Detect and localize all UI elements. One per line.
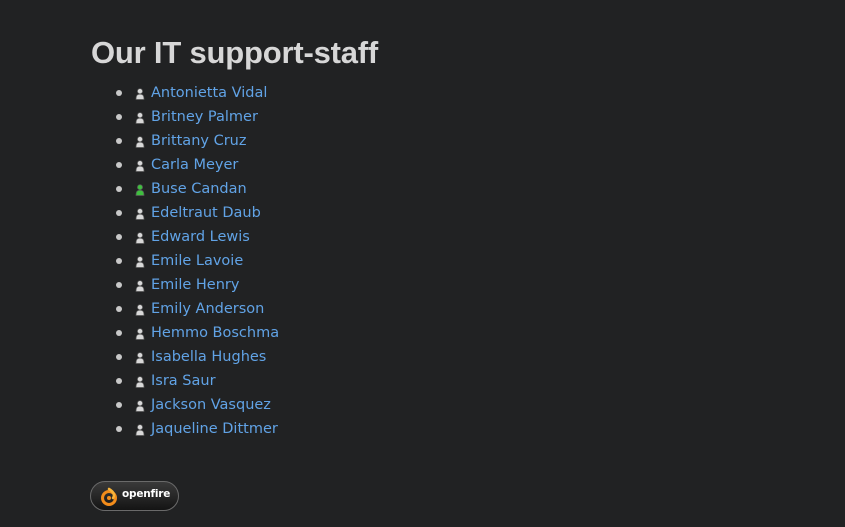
staff-link[interactable]: Edeltraut Daub xyxy=(151,205,261,221)
staff-link[interactable]: Edward Lewis xyxy=(151,229,250,245)
list-item: Carla Meyer xyxy=(116,153,279,177)
presence-offline-icon xyxy=(135,424,145,436)
page-title: Our IT support-staff xyxy=(91,35,379,70)
staff-link[interactable]: Emile Lavoie xyxy=(151,253,243,269)
staff-link[interactable]: Britney Palmer xyxy=(151,109,258,125)
presence-offline-icon xyxy=(135,232,145,244)
staff-link[interactable]: Jaqueline Dittmer xyxy=(151,421,278,437)
staff-link[interactable]: Hemmo Boschma xyxy=(151,325,279,341)
staff-link[interactable]: Buse Candan xyxy=(151,181,247,197)
page: Our IT support-staff Antonietta Vidal Bri… xyxy=(0,0,845,527)
staff-link[interactable]: Isabella Hughes xyxy=(151,349,266,365)
bullet-icon xyxy=(116,354,122,360)
presence-offline-icon xyxy=(135,136,145,148)
presence-offline-icon xyxy=(135,256,145,268)
bullet-icon xyxy=(116,162,122,168)
presence-offline-icon xyxy=(135,280,145,292)
staff-link[interactable]: Isra Saur xyxy=(151,373,216,389)
list-item: Britney Palmer xyxy=(116,105,279,129)
list-item: Isra Saur xyxy=(116,369,279,393)
bullet-icon xyxy=(116,90,122,96)
bullet-icon xyxy=(116,186,122,192)
presence-offline-icon xyxy=(135,88,145,100)
presence-offline-icon xyxy=(135,376,145,388)
staff-link[interactable]: Jackson Vasquez xyxy=(151,397,271,413)
list-item: Buse Candan xyxy=(116,177,279,201)
bullet-icon xyxy=(116,138,122,144)
bullet-icon xyxy=(116,258,122,264)
bullet-icon xyxy=(116,234,122,240)
presence-offline-icon xyxy=(135,400,145,412)
presence-offline-icon xyxy=(135,304,145,316)
staff-list: Antonietta Vidal Britney Palmer Brittany C… xyxy=(91,81,279,441)
staff-link[interactable]: Emily Anderson xyxy=(151,301,264,317)
list-item: Isabella Hughes xyxy=(116,345,279,369)
bullet-icon xyxy=(116,426,122,432)
list-item: Edeltraut Daub xyxy=(116,201,279,225)
list-item: Jaqueline Dittmer xyxy=(116,417,279,441)
list-item: Brittany Cruz xyxy=(116,129,279,153)
staff-link[interactable]: Antonietta Vidal xyxy=(151,85,267,101)
bullet-icon xyxy=(116,114,122,120)
list-item: Jackson Vasquez xyxy=(116,393,279,417)
bullet-icon xyxy=(116,282,122,288)
bullet-icon xyxy=(116,378,122,384)
staff-link[interactable]: Carla Meyer xyxy=(151,157,238,173)
presence-offline-icon xyxy=(135,160,145,172)
list-item: Antonietta Vidal xyxy=(116,81,279,105)
bullet-icon xyxy=(116,330,122,336)
presence-offline-icon xyxy=(135,208,145,220)
openfire-badge[interactable]: openfire xyxy=(90,481,179,511)
list-item: Emile Lavoie xyxy=(116,249,279,273)
staff-link[interactable]: Brittany Cruz xyxy=(151,133,246,149)
presence-offline-icon xyxy=(135,328,145,340)
bullet-icon xyxy=(116,306,122,312)
presence-offline-icon xyxy=(135,352,145,364)
presence-online-icon xyxy=(135,184,145,196)
badge-text: openfire xyxy=(122,488,171,500)
openfire-flame-icon xyxy=(101,487,117,506)
list-item: Hemmo Boschma xyxy=(116,321,279,345)
presence-offline-icon xyxy=(135,112,145,124)
staff-link[interactable]: Emile Henry xyxy=(151,277,239,293)
list-item: Emile Henry xyxy=(116,273,279,297)
list-item: Emily Anderson xyxy=(116,297,279,321)
bullet-icon xyxy=(116,402,122,408)
bullet-icon xyxy=(116,210,122,216)
list-item: Edward Lewis xyxy=(116,225,279,249)
